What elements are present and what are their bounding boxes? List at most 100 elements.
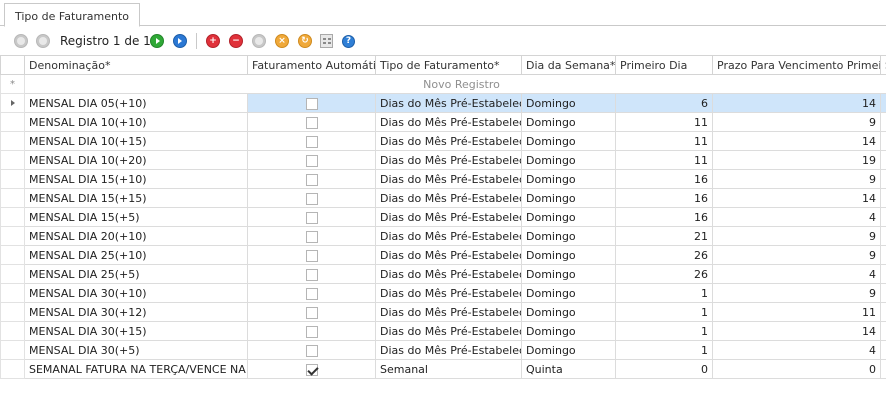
cell-denominacao[interactable]: MENSAL DIA 10(+10) bbox=[24, 112, 248, 132]
cell-prazo-vencimento[interactable]: 4 bbox=[712, 264, 881, 284]
auto-billing-checkbox[interactable] bbox=[305, 211, 318, 224]
table-row[interactable]: MENSAL DIA 30(+10) Dias do Mês Pré-Estabe… bbox=[0, 283, 886, 303]
cell-tipo-de-faturamento[interactable]: Dias do Mês Pré-Estabelecidos bbox=[375, 112, 522, 132]
cell-primeiro-dia[interactable]: 1 bbox=[615, 283, 713, 303]
tab-tipo-de-faturamento[interactable]: Tipo de Faturamento bbox=[4, 3, 140, 27]
cell-denominacao[interactable]: SEMANAL FATURA NA TERÇA/VENCE NA SEXTA bbox=[24, 359, 248, 379]
auto-billing-checkbox[interactable] bbox=[305, 192, 318, 205]
cell-faturamento-automatico[interactable] bbox=[247, 302, 376, 322]
cell-primeiro-dia[interactable]: 1 bbox=[615, 302, 713, 322]
cell-prazo-vencimento[interactable]: 0 bbox=[712, 359, 881, 379]
cell-dia-da-semana[interactable]: Domingo bbox=[521, 112, 616, 132]
cell-primeiro-dia[interactable]: 16 bbox=[615, 207, 713, 227]
cell-dia-da-semana[interactable]: Domingo bbox=[521, 207, 616, 227]
cell-tipo-de-faturamento[interactable]: Dias do Mês Pré-Estabelecidos bbox=[375, 131, 522, 151]
cell-prazo-vencimento[interactable]: 14 bbox=[712, 131, 881, 151]
cell-tipo-de-faturamento[interactable]: Semanal bbox=[375, 359, 522, 379]
cell-faturamento-automatico[interactable] bbox=[247, 112, 376, 132]
table-row[interactable]: MENSAL DIA 30(+5) Dias do Mês Pré-Estabel… bbox=[0, 340, 886, 360]
table-row[interactable]: MENSAL DIA 30(+12) Dias do Mês Pré-Estabe… bbox=[0, 302, 886, 322]
cell-dia-da-semana[interactable]: Domingo bbox=[521, 245, 616, 265]
cell-faturamento-automatico[interactable] bbox=[247, 264, 376, 284]
cell-primeiro-dia[interactable]: 21 bbox=[615, 226, 713, 246]
cell-dia-da-semana[interactable]: Domingo bbox=[521, 340, 616, 360]
auto-billing-checkbox[interactable] bbox=[305, 268, 318, 281]
table-row[interactable]: MENSAL DIA 15(+10) Dias do Mês Pré-Estabe… bbox=[0, 169, 886, 189]
cell-faturamento-automatico[interactable] bbox=[247, 283, 376, 303]
cell-truncated[interactable] bbox=[880, 359, 886, 379]
auto-billing-checkbox[interactable] bbox=[305, 173, 318, 186]
cell-prazo-vencimento[interactable]: 9 bbox=[712, 283, 881, 303]
cell-denominacao[interactable]: MENSAL DIA 10(+15) bbox=[24, 131, 248, 151]
table-row[interactable]: MENSAL DIA 20(+10) Dias do Mês Pré-Estabe… bbox=[0, 226, 886, 246]
cell-prazo-vencimento[interactable]: 14 bbox=[712, 321, 881, 341]
column-header-tipo-de-faturamento[interactable]: Tipo de Faturamento* bbox=[375, 55, 522, 75]
cell-truncated[interactable] bbox=[880, 188, 886, 208]
cell-dia-da-semana[interactable]: Domingo bbox=[521, 150, 616, 170]
cell-truncated[interactable] bbox=[880, 112, 886, 132]
cell-faturamento-automatico[interactable] bbox=[247, 93, 376, 113]
cell-primeiro-dia[interactable]: 0 bbox=[615, 359, 713, 379]
cell-denominacao[interactable]: MENSAL DIA 30(+5) bbox=[24, 340, 248, 360]
cell-faturamento-automatico[interactable] bbox=[247, 359, 376, 379]
cell-tipo-de-faturamento[interactable]: Dias do Mês Pré-Estabelecidos bbox=[375, 264, 522, 284]
cell-denominacao[interactable]: MENSAL DIA 25(+5) bbox=[24, 264, 248, 284]
cell-tipo-de-faturamento[interactable]: Dias do Mês Pré-Estabelecidos bbox=[375, 321, 522, 341]
cell-truncated[interactable] bbox=[880, 340, 886, 360]
cancel-edit-icon[interactable]: × bbox=[275, 34, 289, 48]
auto-billing-checkbox[interactable] bbox=[305, 325, 318, 338]
cell-prazo-vencimento[interactable]: 9 bbox=[712, 169, 881, 189]
cell-dia-da-semana[interactable]: Quinta bbox=[521, 359, 616, 379]
cell-tipo-de-faturamento[interactable]: Dias do Mês Pré-Estabelecidos bbox=[375, 188, 522, 208]
cell-truncated[interactable] bbox=[880, 150, 886, 170]
cell-prazo-vencimento[interactable]: 19 bbox=[712, 150, 881, 170]
cell-denominacao[interactable]: MENSAL DIA 25(+10) bbox=[24, 245, 248, 265]
table-row[interactable]: MENSAL DIA 10(+10) Dias do Mês Pré-Estabe… bbox=[0, 112, 886, 132]
cell-primeiro-dia[interactable]: 16 bbox=[615, 188, 713, 208]
cell-truncated[interactable] bbox=[880, 93, 886, 113]
cell-tipo-de-faturamento[interactable]: Dias do Mês Pré-Estabelecidos bbox=[375, 150, 522, 170]
cell-prazo-vencimento[interactable]: 14 bbox=[712, 188, 881, 208]
cell-truncated[interactable] bbox=[880, 283, 886, 303]
cell-faturamento-automatico[interactable] bbox=[247, 188, 376, 208]
column-header-primeiro-dia[interactable]: Primeiro Dia bbox=[615, 55, 713, 75]
cell-truncated[interactable] bbox=[880, 226, 886, 246]
cell-dia-da-semana[interactable]: Domingo bbox=[521, 131, 616, 151]
cell-faturamento-automatico[interactable] bbox=[247, 169, 376, 189]
cell-prazo-vencimento[interactable]: 14 bbox=[712, 93, 881, 113]
cell-dia-da-semana[interactable]: Domingo bbox=[521, 321, 616, 341]
add-record-icon[interactable]: + bbox=[206, 34, 220, 48]
cell-tipo-de-faturamento[interactable]: Dias do Mês Pré-Estabelecidos bbox=[375, 340, 522, 360]
column-header-denominacao[interactable]: Denominação* bbox=[24, 55, 248, 75]
cell-dia-da-semana[interactable]: Domingo bbox=[521, 226, 616, 246]
next-record-icon[interactable] bbox=[150, 34, 164, 48]
cell-faturamento-automatico[interactable] bbox=[247, 150, 376, 170]
help-icon[interactable]: ? bbox=[342, 35, 355, 48]
first-record-icon[interactable] bbox=[14, 34, 28, 48]
cell-primeiro-dia[interactable]: 6 bbox=[615, 93, 713, 113]
cell-prazo-vencimento[interactable]: 4 bbox=[712, 340, 881, 360]
cell-denominacao[interactable]: MENSAL DIA 05(+10) bbox=[24, 93, 248, 113]
cell-primeiro-dia[interactable]: 1 bbox=[615, 340, 713, 360]
edit-record-icon[interactable] bbox=[252, 34, 266, 48]
cell-denominacao[interactable]: MENSAL DIA 30(+12) bbox=[24, 302, 248, 322]
table-row[interactable]: MENSAL DIA 15(+15) Dias do Mês Pré-Estabe… bbox=[0, 188, 886, 208]
cell-faturamento-automatico[interactable] bbox=[247, 207, 376, 227]
cell-tipo-de-faturamento[interactable]: Dias do Mês Pré-Estabelecidos bbox=[375, 93, 522, 113]
cell-primeiro-dia[interactable]: 16 bbox=[615, 169, 713, 189]
table-row[interactable]: MENSAL DIA 10(+15) Dias do Mês Pré-Estabe… bbox=[0, 131, 886, 151]
calculator-icon[interactable] bbox=[320, 34, 333, 48]
cell-faturamento-automatico[interactable] bbox=[247, 340, 376, 360]
cell-denominacao[interactable]: MENSAL DIA 15(+15) bbox=[24, 188, 248, 208]
cell-truncated[interactable] bbox=[880, 321, 886, 341]
cell-dia-da-semana[interactable]: Domingo bbox=[521, 264, 616, 284]
auto-billing-checkbox[interactable] bbox=[305, 230, 318, 243]
cell-faturamento-automatico[interactable] bbox=[247, 131, 376, 151]
cell-primeiro-dia[interactable]: 26 bbox=[615, 264, 713, 284]
cell-tipo-de-faturamento[interactable]: Dias do Mês Pré-Estabelecidos bbox=[375, 207, 522, 227]
column-header-dia-da-semana[interactable]: Dia da Semana* bbox=[521, 55, 616, 75]
auto-billing-checkbox[interactable] bbox=[305, 344, 318, 357]
cell-denominacao[interactable]: MENSAL DIA 20(+10) bbox=[24, 226, 248, 246]
cell-primeiro-dia[interactable]: 1 bbox=[615, 321, 713, 341]
refresh-icon[interactable]: ↻ bbox=[298, 34, 312, 48]
